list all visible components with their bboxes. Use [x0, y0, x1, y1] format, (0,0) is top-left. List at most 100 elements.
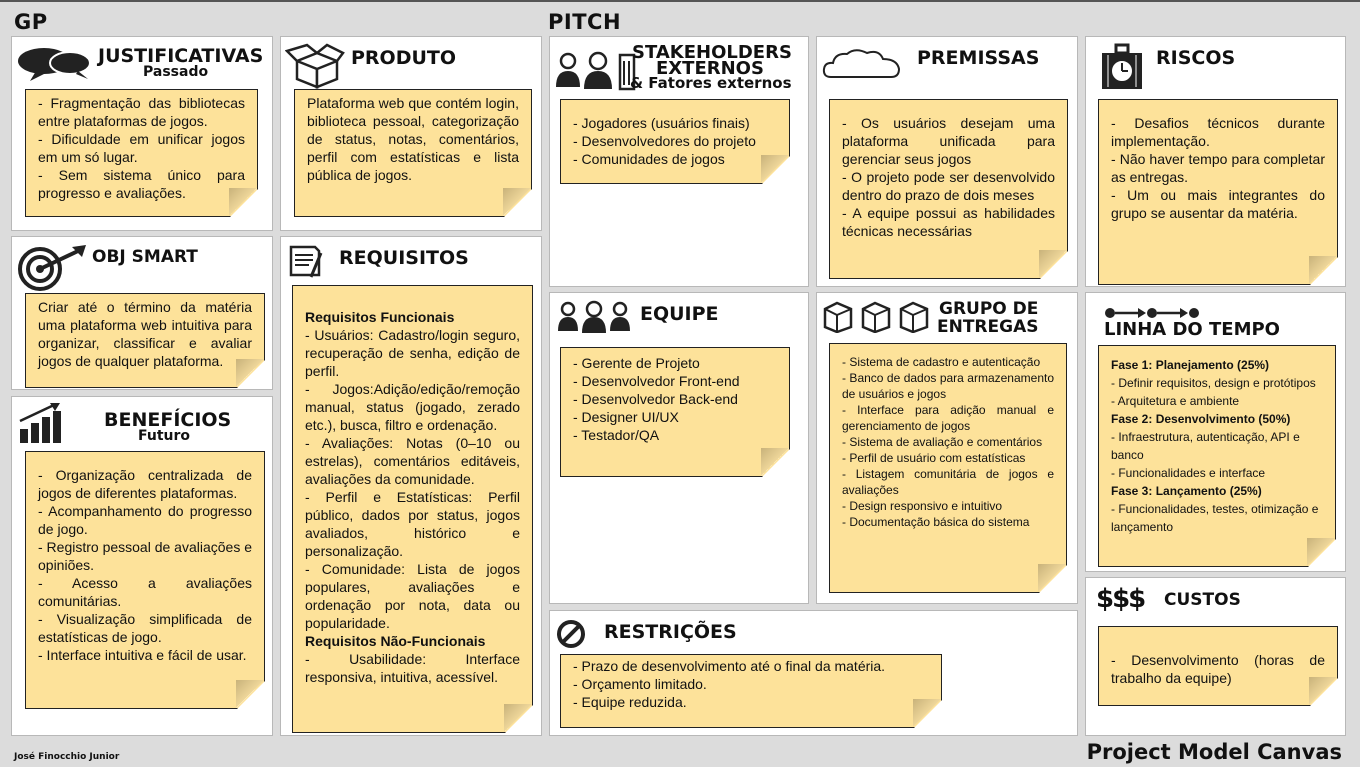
- list-item: - Arquitetura e ambiente: [1111, 394, 1240, 408]
- note-text: Plataforma web que contém login, bibliot…: [307, 95, 519, 183]
- list-item: - Perfil de usuário com estatísticas: [842, 451, 1026, 465]
- panel-subtitle: Passado: [143, 64, 209, 80]
- section-heading: Requisitos Não-Funcionais: [305, 633, 486, 649]
- header-gp: GP: [14, 10, 48, 34]
- header-pitch: PITCH: [548, 10, 622, 34]
- list-item: - Prazo de desenvolvimento até o final d…: [573, 658, 886, 674]
- list-item: - Sistema de avaliação e comentários: [842, 435, 1043, 449]
- list-item: - Usuários: Cadastro/login seguro, recup…: [305, 327, 520, 379]
- list-item: - Acompanhamento do progresso de jogo.: [38, 503, 252, 537]
- list-item: - O projeto pode ser desenvolvido dentro…: [842, 169, 1055, 203]
- list-item: - Desenvolvedor Front-end: [573, 373, 740, 389]
- panel-subtitle: & Fatores externos: [630, 74, 792, 92]
- panel-title: PRODUTO: [351, 47, 457, 69]
- panel-restricoes: RESTRIÇÕES - Prazo de desenvolvimento at…: [549, 610, 1078, 736]
- list-item: - Testador/QA: [573, 427, 660, 443]
- note-restricoes: - Prazo de desenvolvimento até o final d…: [560, 654, 942, 728]
- panel-riscos: RISCOS - Desafios técnicos durante imple…: [1085, 36, 1346, 287]
- list-item: - Acesso a avaliações comunitárias.: [38, 575, 252, 609]
- list-item: - Definir requisitos, design e protótipo…: [1111, 376, 1316, 390]
- team-icon: [558, 300, 630, 333]
- list-item: - Registro pessoal de avaliações e opini…: [38, 539, 253, 573]
- list-item: - Dificuldade em unificar jogos em um só…: [38, 131, 245, 165]
- note-justificativas: - Fragmentação das bibliotecas entre pla…: [25, 89, 258, 217]
- panel-stakeholders: STAKEHOLDERS EXTERNOS & Fatores externos…: [549, 36, 809, 287]
- panel-title: PREMISSAS: [917, 47, 1040, 69]
- list-item: - Design responsivo e intuitivo: [842, 499, 1003, 513]
- panel-title: EQUIPE: [640, 303, 719, 325]
- list-item: - A equipe possui as habilidades técnica…: [842, 205, 1055, 239]
- list-item: - Comunidade: Lista de jogos populares, …: [305, 561, 520, 631]
- list-item: - Sistema de cadastro e autenticação: [842, 355, 1041, 369]
- list-item: - Organização centralizada de jogos de d…: [38, 467, 252, 501]
- panel-title: REQUISITOS: [339, 247, 469, 269]
- list-item: - Designer UI/UX: [573, 409, 679, 425]
- note-riscos: - Desafios técnicos durante implementaçã…: [1098, 99, 1338, 285]
- panel-produto: PRODUTO Plataforma web que contém login,…: [280, 36, 542, 231]
- panel-requisitos: REQUISITOS Requisitos Funcionais - Usuár…: [280, 236, 542, 736]
- note-produto: Plataforma web que contém login, bibliot…: [294, 89, 532, 217]
- people-icon: [556, 51, 636, 91]
- phase-heading: Fase 3: Lançamento (25%): [1111, 484, 1262, 498]
- list-item: - Sem sistema único para progresso e ava…: [38, 167, 245, 201]
- panel-custos: $$$ CUSTOS - Desenvolvimento (horas de t…: [1085, 577, 1346, 736]
- panel-equipe: EQUIPE - Gerente de Projeto - Desenvolve…: [549, 292, 809, 604]
- list-item: - Comunidades de jogos: [573, 151, 725, 167]
- panel-grupo-entregas: GRUPO DE ENTREGAS - Sistema de cadastro …: [816, 292, 1078, 604]
- note-linha-do-tempo: Fase 1: Planejamento (25%) - Definir req…: [1098, 345, 1336, 567]
- list-item: - Os usuários desejam uma plataforma uni…: [842, 115, 1055, 167]
- panel-subtitle: Futuro: [138, 428, 191, 444]
- note-custos: - Desenvolvimento (horas de trabalho da …: [1098, 626, 1338, 706]
- list-item: - Desenvolvedor Back-end: [573, 391, 738, 407]
- list-item: - Interface intuitiva e fácil de usar.: [38, 647, 247, 663]
- list-item: - Desafios técnicos durante implementaçã…: [1111, 115, 1325, 149]
- bomb-clock-icon: [1102, 43, 1142, 89]
- list-item: - Jogadores (usuários finais): [573, 115, 750, 131]
- panel-title: GRUPO DE: [939, 299, 1039, 319]
- list-item: - Desenvolvimento (horas de trabalho da …: [1111, 652, 1325, 686]
- list-item: - Documentação básica do sistema: [842, 515, 1030, 529]
- note-stakeholders: - Jogadores (usuários finais) - Desenvol…: [560, 99, 790, 184]
- section-heading: Requisitos Funcionais: [305, 309, 455, 325]
- note-text: Criar até o término da matéria uma plata…: [38, 299, 252, 369]
- list-item: - Um ou mais integrantes do grupo se aus…: [1111, 187, 1325, 221]
- panel-title: RISCOS: [1156, 47, 1236, 69]
- list-item: - Não haver tempo para completar as entr…: [1111, 151, 1325, 185]
- panel-linha-do-tempo: LINHA DO TEMPO Fase 1: Planejamento (25%…: [1085, 292, 1346, 572]
- phase-heading: Fase 1: Planejamento (25%): [1111, 358, 1270, 372]
- note-premissas: - Os usuários desejam uma plataforma uni…: [829, 99, 1068, 279]
- author-credit: José Finocchio Junior: [14, 752, 120, 762]
- note-entregas: - Sistema de cadastro e autenticação - B…: [829, 343, 1067, 593]
- speech-bubbles-icon: [18, 48, 91, 81]
- target-icon: [18, 245, 86, 291]
- panel-title: LINHA DO TEMPO: [1104, 319, 1280, 340]
- panel-title-line2: ENTREGAS: [937, 317, 1039, 337]
- list-item: - Orçamento limitado.: [573, 676, 707, 692]
- dollar-icon: $$$: [1096, 584, 1146, 614]
- top-rule: [0, 0, 1360, 2]
- open-box-icon: [285, 43, 345, 89]
- note-equipe: - Gerente de Projeto - Desenvolvedor Fro…: [560, 347, 790, 477]
- list-item: - Funcionalidades e interface: [1111, 466, 1266, 480]
- list-item: - Desenvolvedores do projeto: [573, 133, 756, 149]
- list-item: - Avaliações: Notas (0–10 ou estrelas), …: [305, 435, 520, 487]
- document-pen-icon: [289, 245, 323, 278]
- list-item: - Jogos:Adição/edição/remoção manual, st…: [305, 381, 520, 433]
- phase-heading: Fase 2: Desenvolvimento (50%): [1111, 412, 1291, 426]
- list-item: - Funcionalidades, testes, otimização e …: [1111, 502, 1319, 534]
- list-item: - Visualização simplificada de estatísti…: [38, 611, 252, 645]
- list-item: - Perfil e Estatísticas: Perfil público,…: [305, 489, 520, 559]
- list-item: - Gerente de Projeto: [573, 355, 700, 371]
- list-item: - Interface para adição manual e gerenci…: [842, 403, 1054, 433]
- panel-title: RESTRIÇÕES: [604, 621, 737, 643]
- note-obj-smart: Criar até o término da matéria uma plata…: [25, 293, 265, 388]
- list-item: - Listagem comunitária de jogos e avalia…: [842, 467, 1054, 497]
- prohibited-icon: [557, 620, 585, 648]
- brand-title: Project Model Canvas: [1086, 740, 1342, 764]
- list-item: - Infraestrutura, autenticação, API e ba…: [1111, 430, 1300, 462]
- note-beneficios: - Organização centralizada de jogos de d…: [25, 451, 265, 709]
- panel-premissas: PREMISSAS - Os usuários desejam uma plat…: [816, 36, 1078, 287]
- list-item: - Banco de dados para armazenamento de u…: [842, 371, 1054, 401]
- panel-title: OBJ SMART: [92, 247, 198, 267]
- cloud-icon: [822, 49, 901, 78]
